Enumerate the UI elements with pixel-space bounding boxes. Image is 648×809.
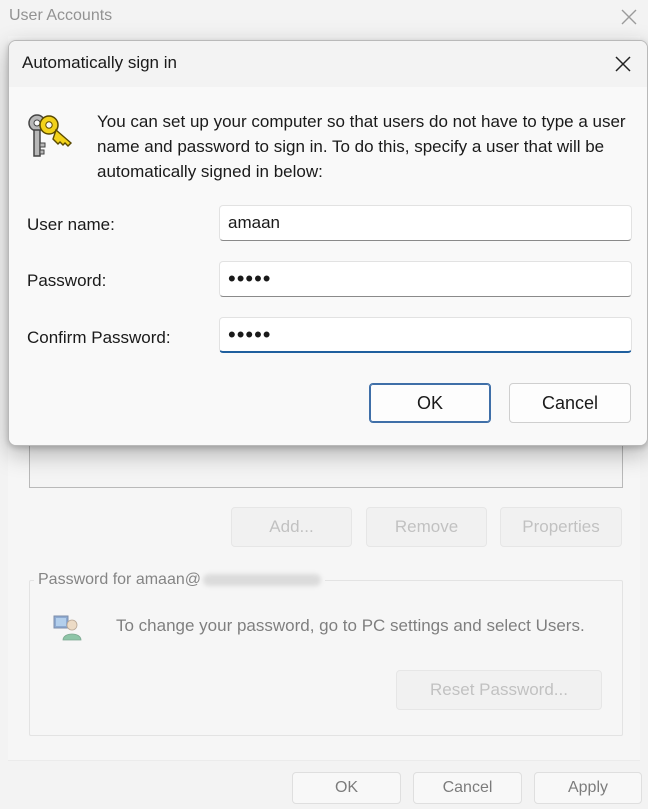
dialog-close-button[interactable]: [607, 49, 639, 79]
password-field[interactable]: [219, 261, 632, 297]
footer-cancel-button[interactable]: Cancel: [413, 772, 522, 804]
close-icon[interactable]: [616, 4, 642, 30]
redacted-domain: [202, 573, 321, 586]
change-password-hint: To change your password, go to PC settin…: [116, 616, 585, 635]
password-group-legend: Password for amaan@: [34, 571, 325, 589]
password-label: Password:: [27, 271, 107, 290]
cancel-button[interactable]: Cancel: [509, 383, 631, 423]
username-label: User name:: [27, 215, 115, 234]
confirm-password-label: Confirm Password:: [27, 328, 171, 347]
password-group: [29, 580, 623, 736]
dialog-titlebar: Automatically sign in: [9, 41, 647, 87]
confirm-password-field[interactable]: [219, 317, 632, 353]
user-account-icon: [52, 612, 82, 642]
user-accounts-window-title: User Accounts: [9, 7, 113, 24]
close-icon: [615, 56, 631, 72]
dialog-body: You can set up your computer so that use…: [9, 87, 647, 445]
password-group-legend-text: Password for amaan@: [38, 571, 201, 588]
dialog-intro-text: You can set up your computer so that use…: [97, 112, 626, 181]
auto-sign-in-dialog: Automatically sign in You can set up you…: [8, 40, 648, 446]
remove-user-button[interactable]: Remove: [366, 507, 487, 547]
footer-ok-button[interactable]: OK: [292, 772, 401, 804]
properties-button[interactable]: Properties: [500, 507, 622, 547]
footer-apply-button[interactable]: Apply: [534, 772, 642, 804]
username-field[interactable]: [219, 205, 632, 241]
dialog-title: Automatically sign in: [22, 53, 177, 72]
ok-button[interactable]: OK: [369, 383, 491, 423]
keys-icon: [25, 109, 77, 161]
add-user-button[interactable]: Add...: [231, 507, 352, 547]
reset-password-button[interactable]: Reset Password...: [396, 670, 602, 710]
